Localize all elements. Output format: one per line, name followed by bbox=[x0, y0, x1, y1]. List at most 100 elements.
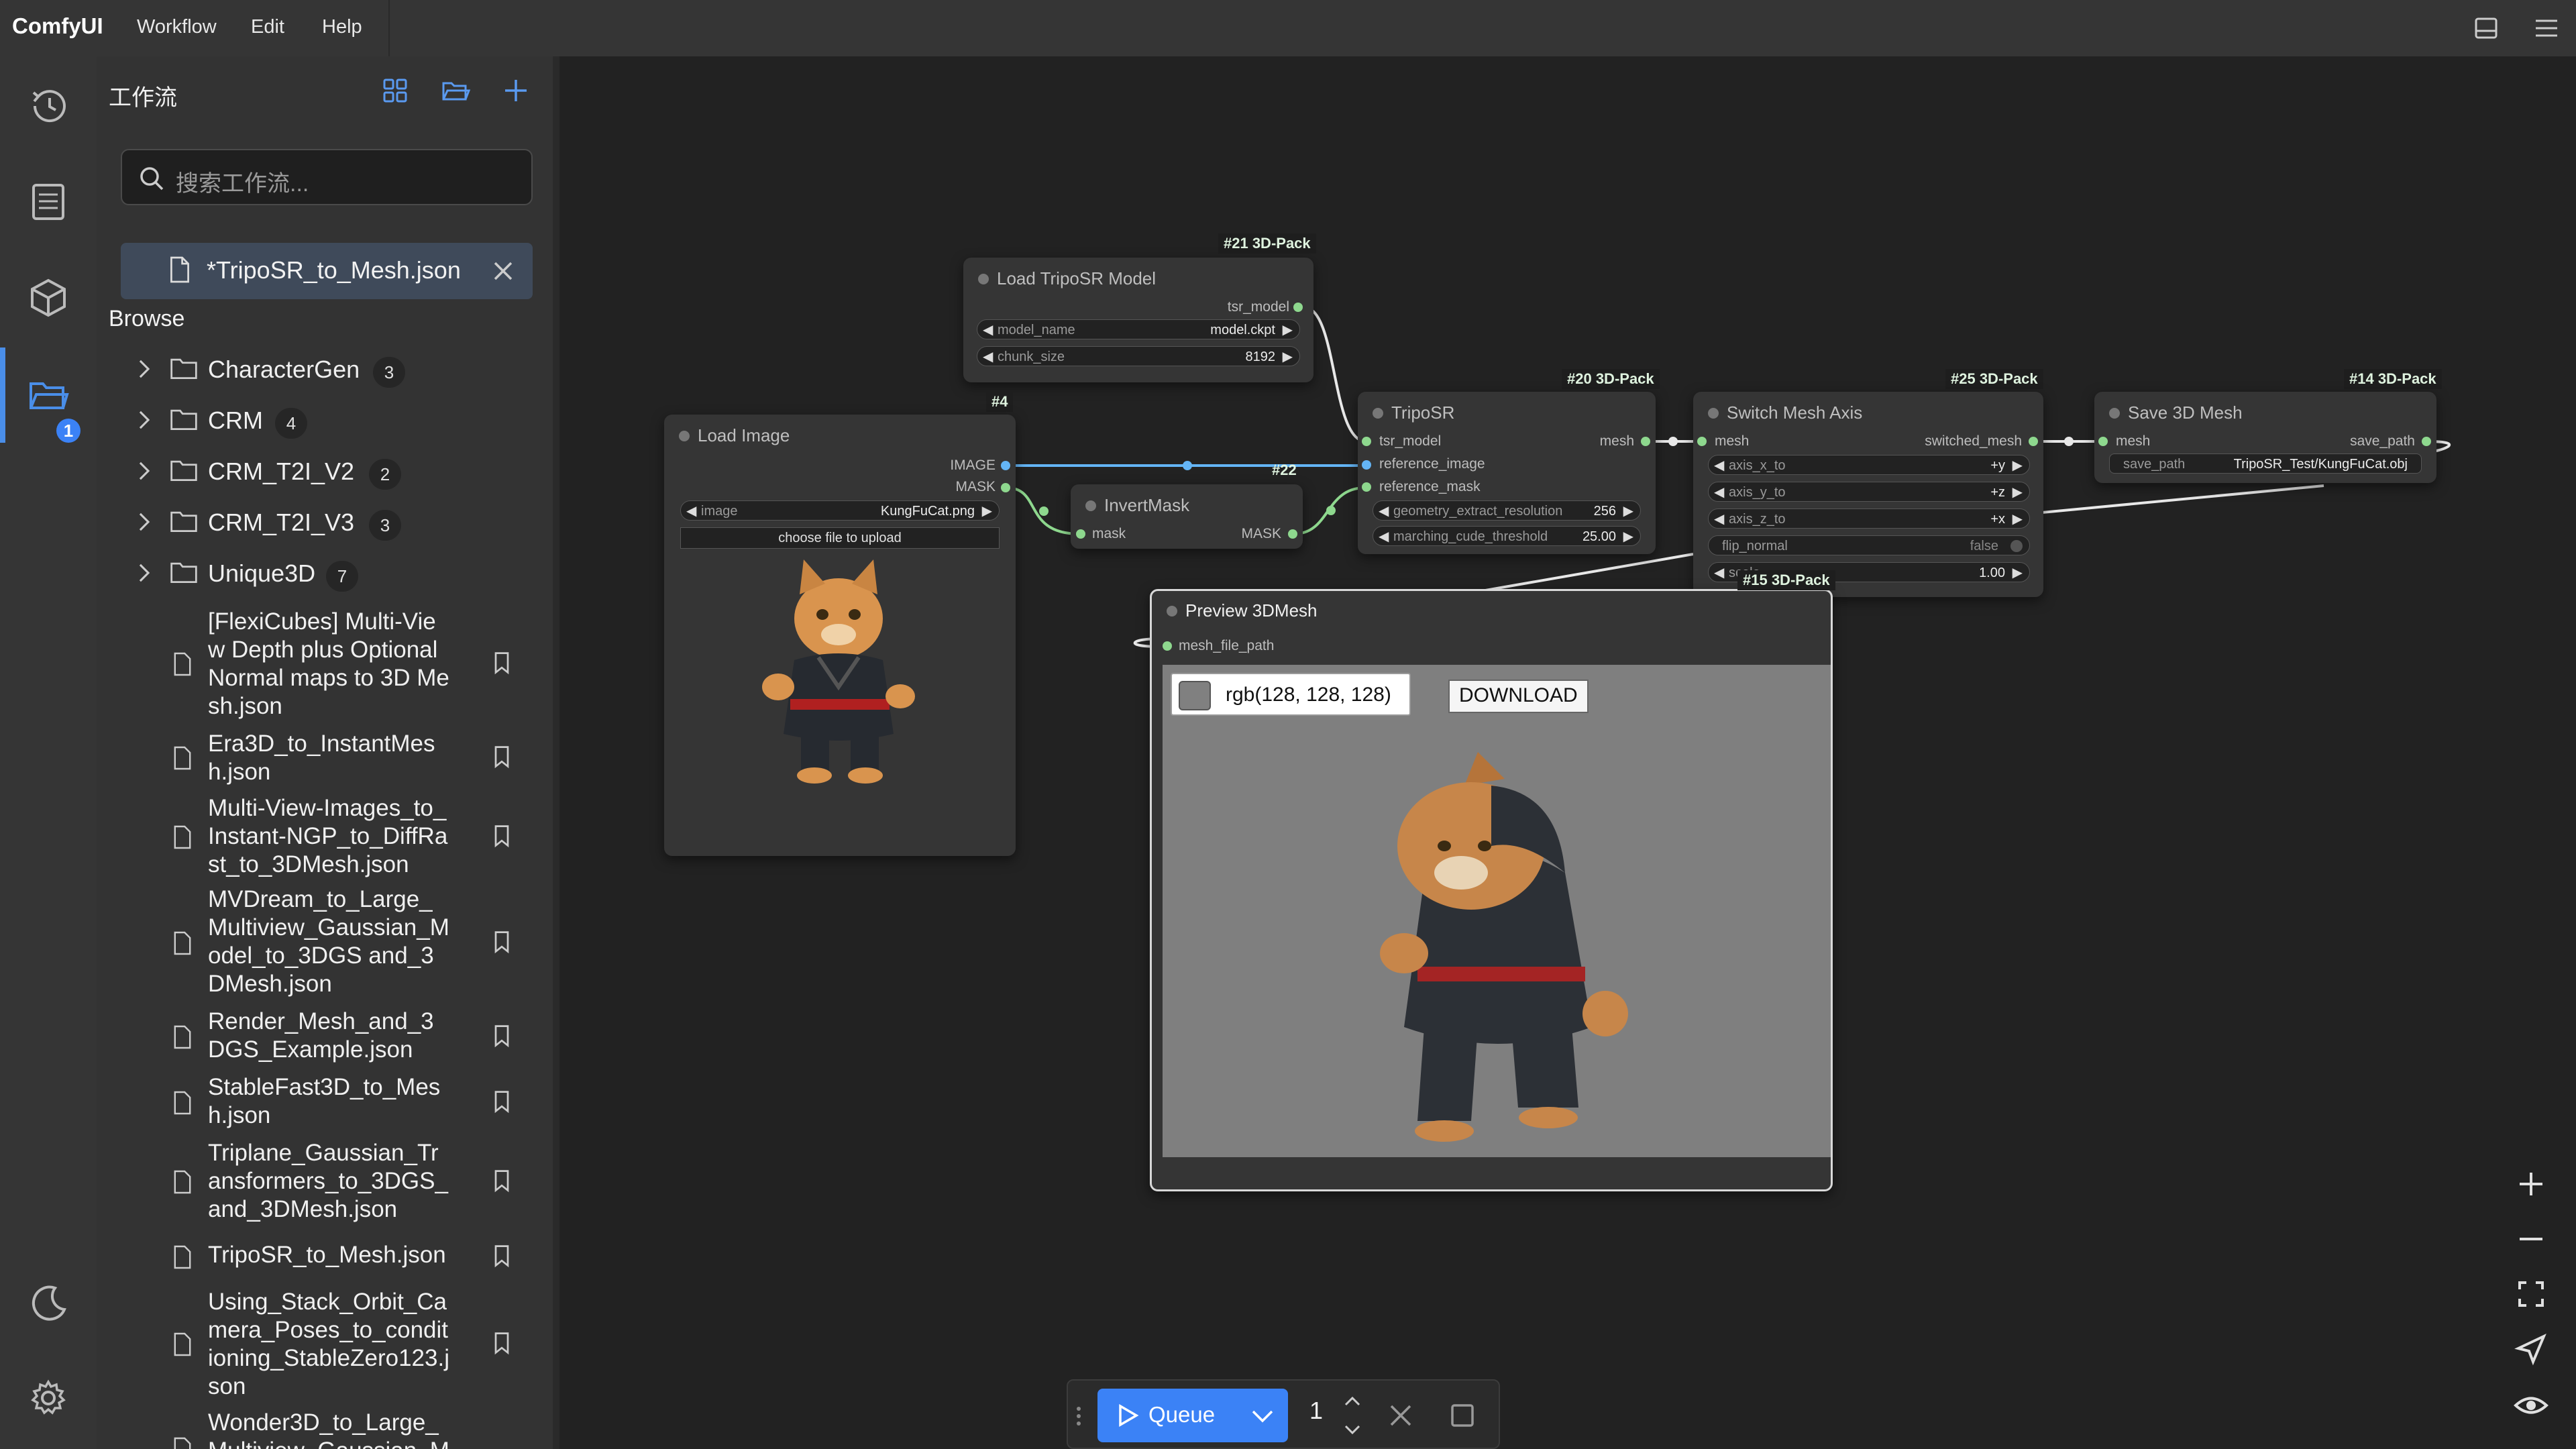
widget-axis-x[interactable]: ◀ axis_x_to +y ▶ bbox=[1708, 455, 2030, 475]
node-title: Switch Mesh Axis bbox=[1727, 402, 1863, 423]
stop-icon[interactable] bbox=[1449, 1402, 1476, 1429]
widget-model-name[interactable]: ◀ model_name model.ckpt ▶ bbox=[977, 319, 1300, 339]
folder-item[interactable]: CharacterGen 3 bbox=[97, 345, 553, 392]
workflow-file-item[interactable]: MVDream_to_Large_Multiview_Gaussian_Mode… bbox=[97, 885, 553, 1000]
workflow-file-item[interactable]: TripoSR_to_Mesh.json bbox=[97, 1241, 553, 1275]
workflow-search-input[interactable]: 搜索工作流... bbox=[121, 149, 533, 205]
widget-flip-normal-toggle[interactable]: flip_normal false bbox=[1708, 535, 2030, 555]
color-swatch[interactable] bbox=[1179, 681, 1211, 710]
node-collapse-dot[interactable] bbox=[978, 274, 989, 284]
input-slot-label: mask bbox=[1092, 526, 1126, 541]
menu-workflow[interactable]: Workflow bbox=[137, 16, 217, 38]
output-slot-label: MASK bbox=[955, 479, 996, 494]
workflow-file-item[interactable]: Wonder3D_to_Large_Multiview_Gaussian_Mod bbox=[97, 1409, 553, 1449]
node-collapse-dot[interactable] bbox=[1085, 500, 1096, 511]
history-icon[interactable] bbox=[25, 83, 71, 129]
input-port[interactable] bbox=[2098, 437, 2108, 446]
workflow-file-item[interactable]: Render_Mesh_and_3DGS_Example.json bbox=[97, 1008, 553, 1065]
node-collapse-dot[interactable] bbox=[2109, 408, 2120, 419]
zoom-out-icon[interactable] bbox=[2508, 1216, 2555, 1263]
input-port[interactable] bbox=[1697, 437, 1707, 446]
folder-item[interactable]: CRM_T2I_V2 2 bbox=[97, 447, 553, 494]
node-collapse-dot[interactable] bbox=[679, 431, 690, 441]
node-save-3d-mesh[interactable]: Save 3D Mesh mesh save_path save_path Tri… bbox=[2094, 392, 2436, 483]
node-triposr[interactable]: TripoSR tsr_model reference_image refere… bbox=[1358, 392, 1656, 554]
workflow-file-item[interactable]: Using_Stack_Orbit_Camera_Poses_to_condit… bbox=[97, 1288, 553, 1402]
menu-divider bbox=[388, 0, 390, 56]
widget-axis-z[interactable]: ◀ axis_z_to +x ▶ bbox=[1708, 508, 2030, 529]
browse-grid-icon[interactable] bbox=[378, 74, 412, 107]
widget-geometry-resolution[interactable]: ◀ geometry_extract_resolution 256 ▶ bbox=[1373, 500, 1641, 521]
widget-axis-y[interactable]: ◀ axis_y_to +z ▶ bbox=[1708, 482, 2030, 502]
folder-count: 3 bbox=[369, 510, 401, 541]
input-port[interactable] bbox=[1362, 437, 1371, 446]
node-preview-3dmesh[interactable]: Preview 3DMesh mesh_file_path rgb(128, 1… bbox=[1150, 589, 1833, 1191]
folder-label: CRM bbox=[208, 407, 263, 434]
panel-title: 工作流 bbox=[109, 85, 177, 111]
fit-view-icon[interactable] bbox=[2508, 1271, 2555, 1318]
input-port[interactable] bbox=[1362, 460, 1371, 470]
mesh-3d-viewport[interactable]: rgb(128, 128, 128) DOWNLOAD bbox=[1163, 665, 1831, 1157]
upload-button[interactable]: choose file to upload bbox=[680, 527, 1000, 549]
workflow-file-item[interactable]: Triplane_Gaussian_Transformers_to_3DGS_a… bbox=[97, 1139, 553, 1225]
node-load-image[interactable]: Load Image IMAGE MASK ◀ image KungFuCat.pn… bbox=[664, 415, 1016, 856]
input-port[interactable] bbox=[1076, 529, 1085, 539]
node-switch-mesh-axis[interactable]: Switch Mesh Axis mesh switched_mesh ◀ axi… bbox=[1693, 392, 2043, 597]
toggle-links-eye-icon[interactable] bbox=[2508, 1382, 2555, 1429]
workflow-file-item[interactable]: Era3D_to_InstantMesh.json bbox=[97, 730, 553, 788]
output-port[interactable] bbox=[2029, 437, 2038, 446]
background-color-picker[interactable]: rgb(128, 128, 128) bbox=[1171, 673, 1411, 716]
queue-button[interactable]: Queue bbox=[1097, 1389, 1288, 1442]
workflow-folder-icon[interactable] bbox=[25, 372, 71, 417]
output-port[interactable] bbox=[1293, 303, 1303, 312]
select-pointer-icon[interactable] bbox=[2508, 1326, 2555, 1373]
output-port[interactable] bbox=[2422, 437, 2431, 446]
folder-item[interactable]: Unique3D 7 bbox=[97, 549, 553, 596]
workflow-file-item[interactable]: Multi-View-Images_to_Instant-NGP_to_Diff… bbox=[97, 794, 553, 880]
output-port-image[interactable] bbox=[1001, 461, 1010, 470]
file-icon bbox=[170, 256, 189, 283]
color-value: rgb(128, 128, 128) bbox=[1226, 684, 1391, 706]
output-port-mask[interactable] bbox=[1001, 483, 1010, 492]
queue-list-icon[interactable] bbox=[25, 178, 71, 224]
panel-layout-icon[interactable] bbox=[2473, 15, 2500, 42]
zoom-in-icon[interactable] bbox=[2508, 1161, 2555, 1208]
cancel-icon[interactable] bbox=[1387, 1402, 1414, 1429]
node-collapse-dot[interactable] bbox=[1373, 408, 1383, 419]
folder-count: 3 bbox=[373, 357, 405, 388]
output-port[interactable] bbox=[1641, 437, 1650, 446]
output-port[interactable] bbox=[1288, 529, 1297, 539]
workflow-file-item[interactable]: [FlexiCubes] Multi-View Depth plus Optio… bbox=[97, 608, 553, 722]
input-slot-label: reference_mask bbox=[1379, 479, 1481, 494]
node-collapse-dot[interactable] bbox=[1708, 408, 1719, 419]
input-port[interactable] bbox=[1163, 641, 1172, 651]
file-icon bbox=[174, 1437, 191, 1449]
model-cube-icon[interactable] bbox=[25, 275, 71, 321]
input-port[interactable] bbox=[1362, 482, 1371, 492]
widget-save-path[interactable]: save_path TripoSR_Test/KungFuCat.obj bbox=[2109, 453, 2422, 474]
menu-edit[interactable]: Edit bbox=[251, 16, 284, 38]
open-workflow-item[interactable]: *TripoSR_to_Mesh.json bbox=[121, 243, 533, 299]
active-indicator bbox=[0, 347, 5, 443]
widget-marching-threshold[interactable]: ◀ marching_cude_threshold 25.00 ▶ bbox=[1373, 526, 1641, 546]
workflow-file-name: Wonder3D_to_Large_Multiview_Gaussian_Mod bbox=[208, 1409, 449, 1449]
menu-help[interactable]: Help bbox=[322, 16, 362, 38]
widget-chunk-size[interactable]: ◀ chunk_size 8192 ▶ bbox=[977, 346, 1300, 366]
node-collapse-dot[interactable] bbox=[1167, 606, 1177, 616]
open-folder-icon[interactable] bbox=[439, 74, 472, 107]
settings-gear-icon[interactable] bbox=[25, 1375, 71, 1421]
node-graph-canvas[interactable]: #21 3D-Pack Load TripoSR Model tsr_model… bbox=[559, 56, 2576, 1449]
download-button[interactable]: DOWNLOAD bbox=[1448, 680, 1589, 713]
folder-item[interactable]: CRM_T2I_V3 3 bbox=[97, 498, 553, 545]
batch-count-input[interactable]: 1 bbox=[1309, 1397, 1323, 1425]
workflow-file-item[interactable]: StableFast3D_to_Mesh.json bbox=[97, 1073, 553, 1131]
node-invert-mask[interactable]: InvertMask mask MASK bbox=[1071, 484, 1303, 549]
hamburger-menu-icon[interactable] bbox=[2533, 15, 2560, 42]
folder-item[interactable]: CRM 4 bbox=[97, 396, 553, 443]
node-load-triposr-model[interactable]: Load TripoSR Model tsr_model ◀ model_name… bbox=[963, 258, 1313, 382]
theme-moon-icon[interactable] bbox=[25, 1280, 71, 1326]
drag-handle-icon[interactable] bbox=[1072, 1405, 1085, 1428]
widget-image-select[interactable]: ◀ image KungFuCat.png ▶ bbox=[680, 500, 1000, 521]
batch-stepper-icon[interactable] bbox=[1343, 1393, 1362, 1438]
new-workflow-plus-icon[interactable] bbox=[499, 74, 533, 107]
